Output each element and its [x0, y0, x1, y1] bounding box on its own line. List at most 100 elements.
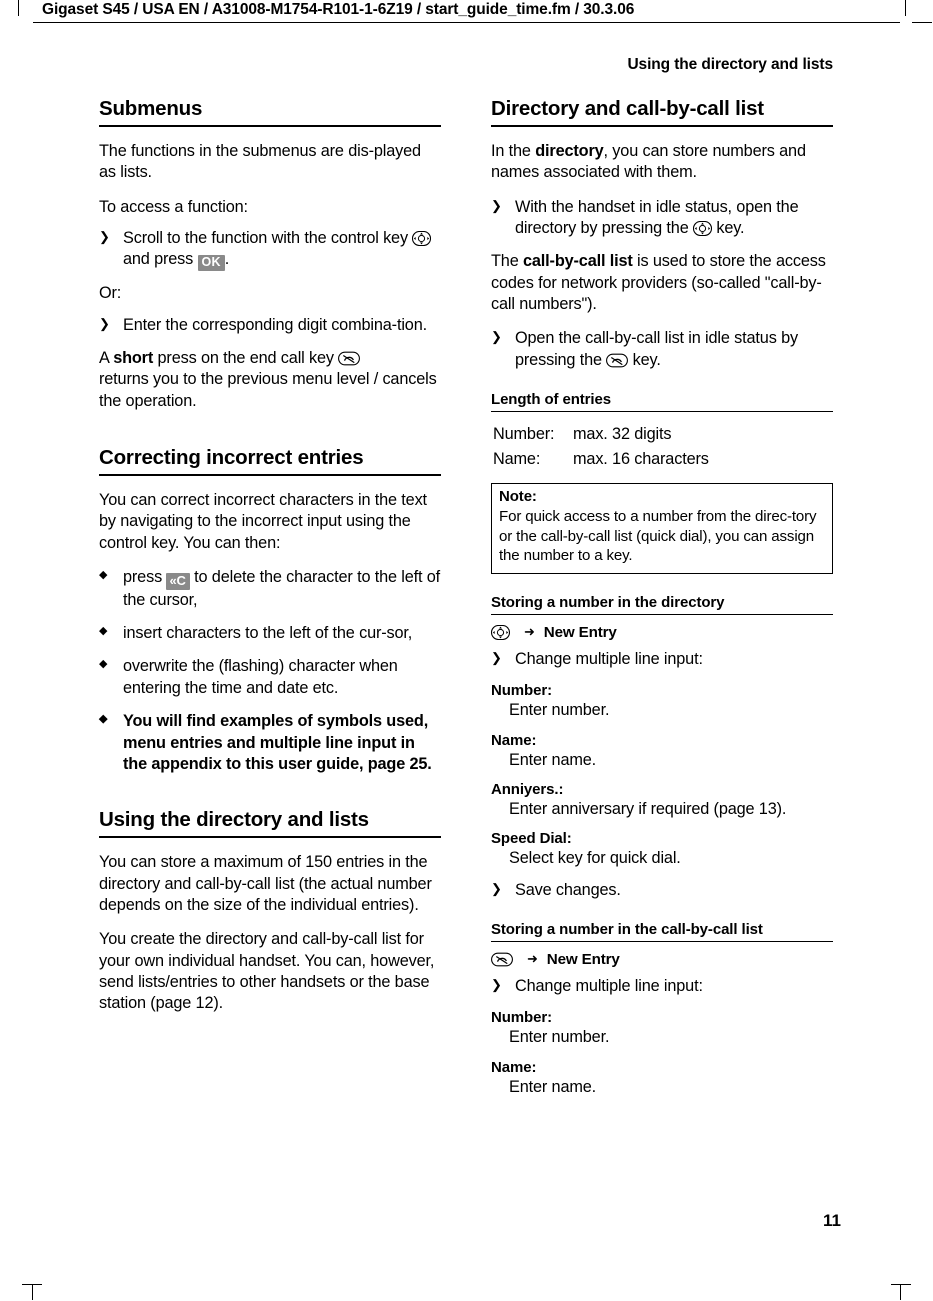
list-item: ❯ Change multiple line input: [491, 976, 833, 997]
cbc-intro: The call-by-call list is used to store t… [491, 251, 833, 315]
diamond-marker-icon: ◆ [99, 625, 108, 638]
bullet-appendix-text: You will find examples of symbols used, … [123, 712, 432, 773]
step-text-press: and press [123, 250, 198, 269]
bullet-press-text: press [123, 568, 167, 587]
field-value-speed-dial: Select key for quick dial. [509, 849, 681, 868]
directory-key-icon [692, 220, 713, 237]
short-press-c: returns you to the previous menu level /… [99, 370, 437, 410]
field-label-number: Number: [491, 1009, 552, 1027]
field-label-speed-dial: Speed Dial: [491, 830, 572, 848]
directory-intro-bold: directory [535, 141, 604, 160]
bigarrow-icon: ➜ [527, 951, 538, 967]
cbc-intro-bold: call-by-call list [522, 252, 633, 271]
step-text-scroll: Scroll to the function with the control … [123, 228, 413, 247]
left-column: Submenus The functions in the submenus a… [99, 97, 441, 1028]
length-of-entries-table: Number: max. 32 digits Name: max. 16 cha… [491, 421, 711, 473]
procedure-open-cbc: ➜ New Entry [491, 951, 833, 968]
procedure-open-directory: ➜ New Entry [490, 623, 833, 641]
note-title: Note: [499, 488, 537, 506]
crop-mark-bottom-left-v [32, 1284, 33, 1300]
right-column: Directory and call-by-call list In the d… [490, 97, 833, 1108]
using-dir-p1: You can store a maximum of 150 entries i… [99, 853, 432, 914]
submenus-access-lead: To access a function: [99, 197, 248, 216]
running-head: Using the directory and lists [627, 56, 833, 73]
heading-submenus: Submenus [99, 97, 441, 127]
call-by-call-key-icon [491, 952, 513, 967]
crop-mark-top-right [905, 0, 906, 16]
field-label-anniversary: Anniyers.: [491, 780, 564, 798]
diamond-marker-icon: ◆ [99, 569, 108, 582]
field-value-number: Enter number. [509, 701, 610, 720]
using-dir-p2: You create the directory and call-by-cal… [99, 930, 435, 1013]
control-key-icon [490, 624, 511, 640]
control-key-icon [412, 230, 432, 247]
table-row: Name: max. 16 characters [493, 448, 709, 471]
heading-correcting-entries: Correcting incorrect entries [99, 446, 441, 477]
step-text-period: . [224, 250, 230, 269]
diamond-marker-icon: ◆ [99, 658, 108, 671]
crop-mark-top-left [18, 0, 19, 16]
page-number: 11 [823, 1211, 841, 1230]
length-key-number: Number: [493, 425, 555, 444]
submenus-intro: The functions in the submenus are dis-pl… [99, 141, 421, 182]
change-multiline-cbc: Change multiple line input: [515, 976, 703, 995]
field-label-number: Number: [491, 682, 552, 700]
crop-mark-bottom-right-v [900, 1284, 901, 1300]
change-multiline-dir: Change multiple line input: [515, 649, 703, 668]
arrow-marker-icon: ❯ [99, 228, 110, 244]
arrow-marker-icon: ❯ [491, 976, 502, 992]
list-item: ❯ Enter the corresponding digit combina-… [99, 315, 441, 336]
short-press-bold: short [113, 349, 154, 368]
open-directory-key-suffix: key. [712, 218, 745, 237]
heading-directory-call-by-call: Directory and call-by-call list [491, 97, 833, 127]
field-value-anniversary: Enter anniversary if required (page 13). [509, 799, 787, 818]
field-value-name: Enter name. [509, 1077, 597, 1096]
list-item: ❯ With the handset in idle status, open … [491, 197, 833, 240]
correcting-intro: You can correct incorrect characters in … [99, 491, 427, 552]
list-item: ◆ overwrite the (flashing) character whe… [99, 656, 441, 699]
short-press-paragraph: A short press on the end call key return… [99, 348, 441, 412]
short-press-b: press on the end call key [153, 349, 339, 368]
delete-key-icon: «C [166, 573, 190, 590]
field-value-name: Enter name. [509, 750, 597, 769]
save-changes-text: Save changes. [515, 880, 621, 899]
field-value-number: Enter number. [509, 1028, 610, 1047]
heading-using-directory-lists: Using the directory and lists [99, 808, 441, 839]
field-label-name: Name: [491, 731, 537, 749]
arrow-marker-icon: ❯ [491, 880, 502, 896]
crop-mark-bottom-right-h [891, 1284, 911, 1285]
open-directory-text: With the handset in idle status, open th… [515, 197, 799, 237]
list-item: ❯ Change multiple line input: [491, 649, 833, 670]
bullet-overwrite-text: overwrite the (flashing) character when … [123, 657, 398, 697]
short-press-a: A [99, 349, 114, 368]
list-item: ❯ Open the call-by-call list in idle sta… [491, 328, 833, 371]
heading-storing-number-directory: Storing a number in the directory [491, 594, 833, 615]
directory-intro-a: In the [491, 141, 536, 160]
heading-length-of-entries: Length of entries [491, 391, 833, 413]
open-cbc-key-suffix: key. [628, 350, 661, 369]
arrow-marker-icon: ❯ [491, 197, 502, 213]
length-value-name: max. 16 characters [573, 450, 709, 469]
bullet-insert-text: insert characters to the left of the cur… [123, 624, 413, 643]
header-divider [33, 22, 900, 23]
list-item: ◆ press «C to delete the character to th… [99, 567, 441, 611]
cbc-intro-a: The [491, 252, 523, 271]
list-item: ◆ insert characters to the left of the c… [99, 623, 441, 644]
step-text-digit: Enter the corresponding digit combina-ti… [123, 315, 427, 334]
crop-mark-top-right-h [912, 22, 932, 23]
arrow-marker-icon: ❯ [491, 329, 502, 345]
diamond-marker-icon: ◆ [99, 713, 108, 726]
call-by-call-key-icon [606, 353, 629, 368]
menu-new-entry: New Entry [543, 623, 617, 641]
note-box: Note: For quick access to a number from … [491, 483, 833, 574]
note-body: For quick access to a number from the di… [499, 508, 817, 565]
heading-storing-number-cbc: Storing a number in the call-by-call lis… [491, 921, 833, 942]
list-item: ❯ Save changes. [491, 880, 833, 901]
document-path: Gigaset S45 / USA EN / A31008-M1754-R101… [42, 1, 635, 18]
arrow-marker-icon: ❯ [491, 649, 502, 665]
or-label: Or: [99, 284, 122, 303]
directory-intro: In the directory, you can store numbers … [491, 141, 833, 184]
list-item: ❯ Scroll to the function with the contro… [99, 228, 441, 272]
end-call-key-icon [338, 351, 361, 366]
length-value-number: max. 32 digits [573, 425, 672, 444]
